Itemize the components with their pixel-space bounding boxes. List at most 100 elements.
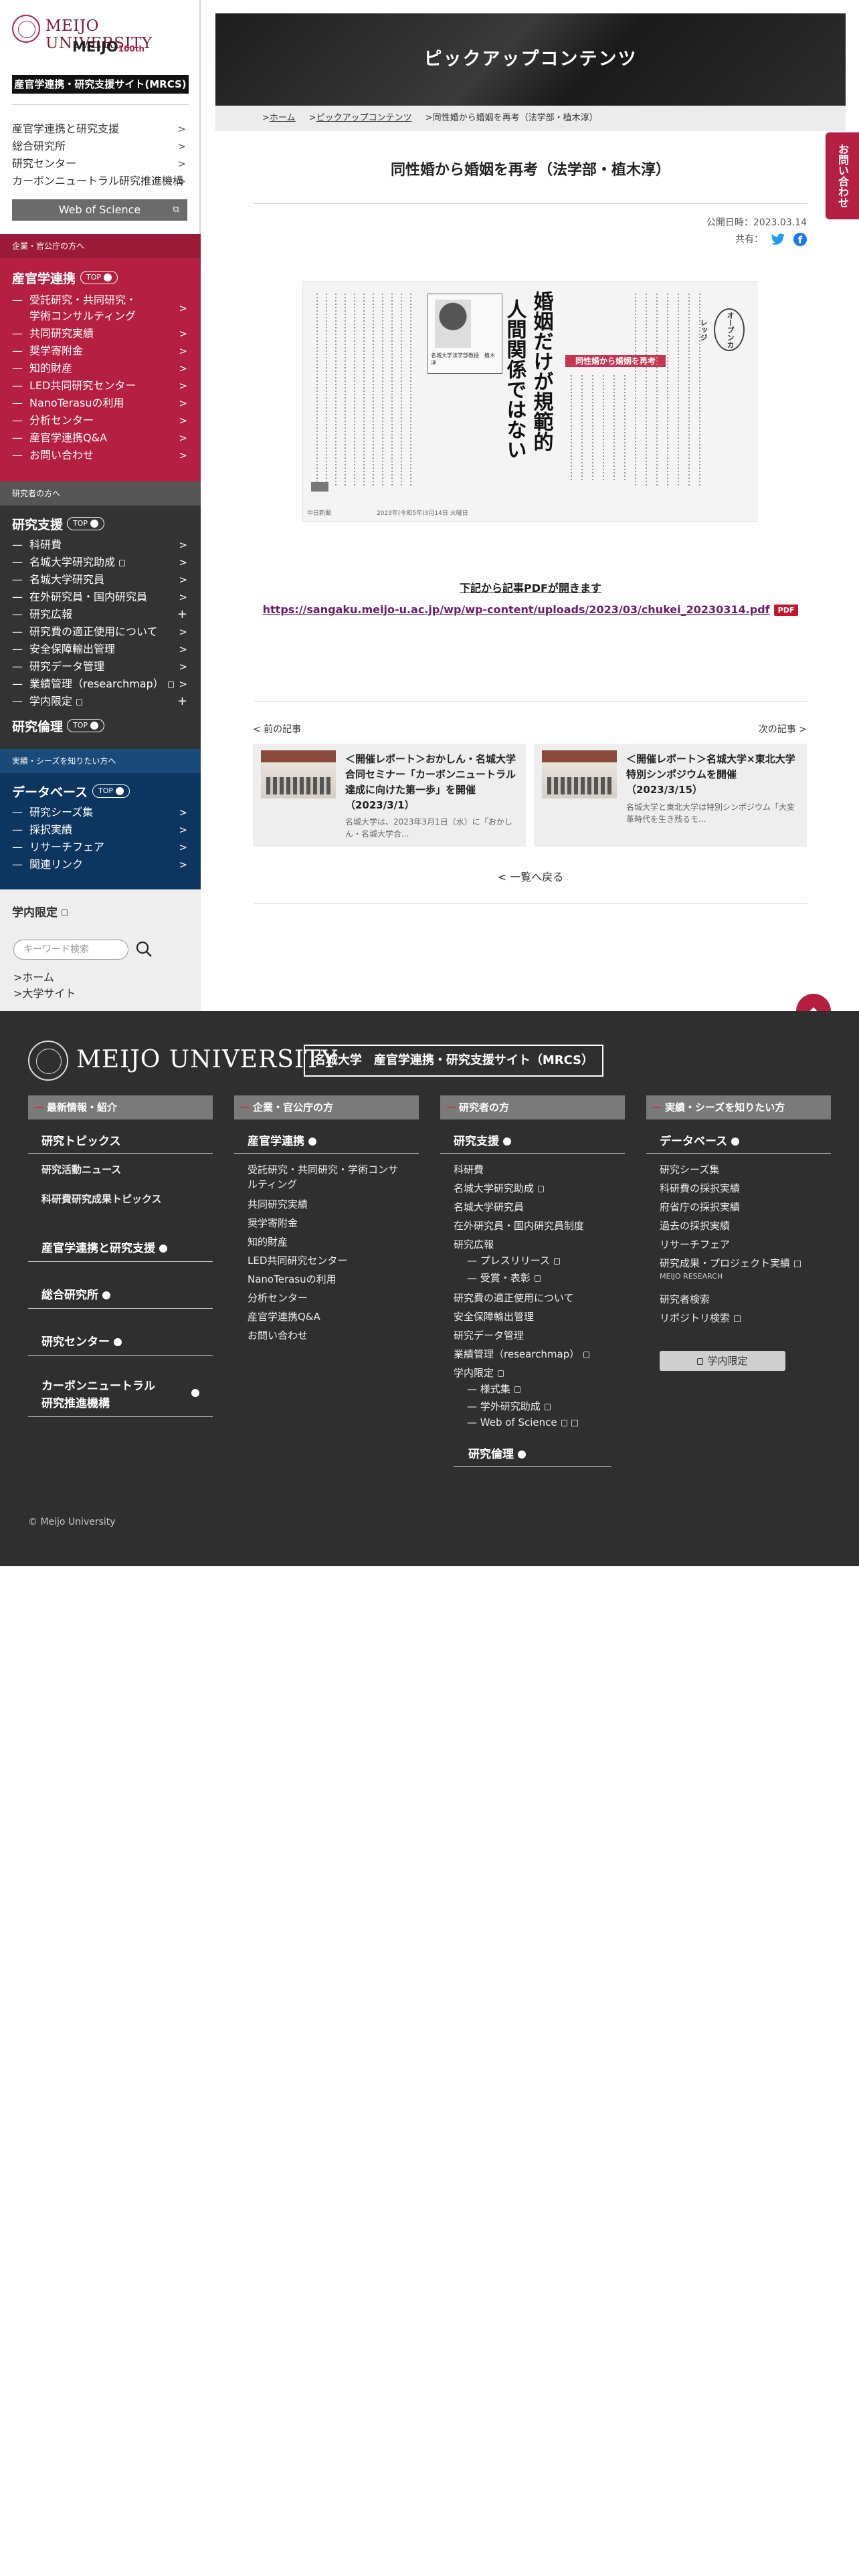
sidebar-item-seeds[interactable]: — 研究シーズ集 >	[12, 804, 190, 821]
back-to-list-link[interactable]: < 一覧へ戻る	[254, 868, 807, 884]
footer-yoshiki[interactable]: — 様式集	[467, 1382, 520, 1396]
footer-wos[interactable]: — Web of Science	[467, 1416, 578, 1428]
prev-article-card[interactable]: ＜開催レポート＞おかしん・名城大学合同セミナー「カーボンニュートラル達成に向けた…	[253, 744, 526, 847]
top-link[interactable]: TOP	[92, 784, 130, 798]
footer-activity-news[interactable]: 研究活動ニュース	[41, 1162, 121, 1176]
sidebar-item-led-center[interactable]: — LED共同研究センター >	[12, 377, 190, 395]
footer-kifukin[interactable]: 奨学寄附金	[248, 1216, 298, 1230]
footer-contact[interactable]: お問い合わせ	[248, 1328, 308, 1342]
sidebar-item-chiteki-zaisan[interactable]: — 知的財産 >	[12, 360, 190, 377]
breadcrumb-home[interactable]: ホーム	[270, 113, 296, 123]
footer-site-name[interactable]: 名城大学 産官学連携・研究支援サイト（MRCS）	[304, 1045, 603, 1077]
sidebar-item-qa[interactable]: — 産官学連携Q&A >	[12, 429, 190, 447]
footer-sogo-kenkyujo[interactable]: 総合研究所	[41, 1285, 110, 1302]
pdf-link[interactable]: https://sangaku.meijo-u.ac.jp/wp/wp-cont…	[263, 603, 770, 616]
database-title[interactable]: データベース	[12, 782, 88, 800]
sidebar-item-kenkyuin[interactable]: — 名城大学研究員 >	[12, 571, 190, 588]
home-link[interactable]: >ホーム	[13, 968, 54, 984]
site-logo[interactable]: MEIJO UNIVERSITY MEIJO100th	[12, 15, 189, 62]
footer-carbon-neutral[interactable]: カーボンニュートラル 研究推進機構	[41, 1378, 155, 1412]
sidebar-item-kakenhi[interactable]: — 科研費 >	[12, 536, 190, 554]
footer-nanoterasu[interactable]: NanoTerasuの利用	[248, 1272, 337, 1286]
footer-kakenhi-topics[interactable]: 科研費研究成果トピックス	[41, 1192, 162, 1206]
sidebar-item-data[interactable]: — 研究データ管理 >	[12, 658, 190, 675]
gakunai-link[interactable]: 学内限定	[12, 903, 68, 920]
footer-researcher-search[interactable]: 研究者検索	[660, 1292, 710, 1306]
newspaper-clipping-image[interactable]: 名城大学法学部教授 植木 淳 人間関係ではない 婚姻だけが規範的 同性婚から婚姻…	[302, 281, 757, 522]
sidebar-item-koho[interactable]: — 研究広報 +	[12, 606, 190, 623]
footer-josei[interactable]: 名城大学研究助成	[454, 1181, 545, 1195]
footer-anzen[interactable]: 安全保障輸出管理	[454, 1309, 534, 1323]
sidebar-item-kyodo-jisseki[interactable]: — 共同研究実績 >	[12, 325, 190, 342]
footer-kyodo-jisseki[interactable]: 共同研究実績	[248, 1197, 308, 1211]
breadcrumb-pickup[interactable]: ピックアップコンテンツ	[316, 113, 412, 123]
footer-gakugai-josei[interactable]: — 学外研究助成	[467, 1399, 551, 1413]
footer-gakunai-button[interactable]: 学内限定	[660, 1351, 785, 1371]
sidebar-item-links[interactable]: — 関連リンク >	[12, 856, 190, 873]
footer-database[interactable]: データベース	[660, 1132, 740, 1148]
sidebar-item-jutaku-line2[interactable]: 学術コンサルティング	[12, 308, 190, 325]
footer-kakenhi[interactable]: 科研費	[454, 1162, 484, 1176]
expand-plus-icon[interactable]: +	[177, 693, 187, 710]
search-icon[interactable]	[135, 940, 153, 958]
nav-sangakuren-kenkyu[interactable]: 産官学連携と研究支援 >	[12, 120, 189, 138]
kenkyu-shien-title[interactable]: 研究支援	[12, 515, 63, 533]
sidebar-item-fair[interactable]: — リサーチフェア >	[12, 839, 190, 856]
footer-project[interactable]: 研究成果・プロジェクト実績	[660, 1256, 801, 1270]
top-link[interactable]: TOP	[80, 271, 118, 284]
nav-sogo-kenkyujo[interactable]: 総合研究所 >	[12, 138, 189, 155]
footer-logo[interactable]: MEIJO UNIVERSITY	[76, 1046, 338, 1073]
footer-researchmap[interactable]: 業績管理（researchmap）	[454, 1347, 590, 1361]
sidebar-item-saitaku[interactable]: — 採択実績 >	[12, 821, 190, 839]
footer-award[interactable]: — 受賞・表彰	[467, 1271, 541, 1285]
expand-plus-icon[interactable]: +	[177, 606, 187, 623]
sidebar-item-contact[interactable]: — お問い合わせ >	[12, 447, 190, 464]
sidebar-item-tekisei[interactable]: — 研究費の適正使用について >	[12, 623, 190, 641]
footer-kenkyu-center[interactable]: 研究センター	[41, 1332, 122, 1349]
footer-led[interactable]: LED共同研究センター	[248, 1253, 347, 1267]
sidebar-item-kifukin[interactable]: — 奨学寄附金 >	[12, 342, 190, 360]
footer-zaigai[interactable]: 在外研究員・国内研究員制度	[454, 1218, 584, 1232]
footer-gakunai[interactable]: 学内限定	[454, 1366, 504, 1380]
sidebar-item-nanoterasu[interactable]: — NanoTerasuの利用 >	[12, 395, 190, 412]
footer-jutaku-line2[interactable]: ルティング	[248, 1177, 297, 1191]
sidebar-item-zaigai[interactable]: — 在外研究員・国内研究員 >	[12, 588, 190, 606]
footer-jutaku[interactable]: 受託研究・共同研究・学術コンサ	[248, 1162, 398, 1176]
kenkyu-rinri-title[interactable]: 研究倫理	[12, 717, 63, 735]
footer-kenkyuin[interactable]: 名城大学研究員	[454, 1200, 524, 1214]
contact-tab[interactable]: お問い合わせ	[826, 132, 859, 219]
footer-research-topics[interactable]: 研究トピックス	[41, 1132, 121, 1148]
twitter-icon[interactable]	[771, 233, 785, 245]
footer-data[interactable]: 研究データ管理	[454, 1328, 524, 1342]
next-article-card[interactable]: ＜開催レポート＞名城大学×東北大学 特別シンポジウムを開催（2023/3/15）…	[534, 744, 807, 847]
sidebar-item-gakunai[interactable]: — 学内限定 +	[12, 693, 190, 710]
prev-article-label[interactable]: < 前の記事	[253, 722, 301, 736]
footer-koho[interactable]: 研究広報	[454, 1237, 494, 1251]
sidebar-item-researchmap[interactable]: — 業績管理（researchmap） >	[12, 675, 190, 693]
university-site-link[interactable]: >大学サイト	[13, 984, 76, 1000]
facebook-icon[interactable]: f	[793, 233, 807, 246]
footer-repository[interactable]: リポジトリ検索	[660, 1311, 741, 1325]
footer-chiteki[interactable]: 知的財産	[248, 1235, 288, 1249]
footer-seeds[interactable]: 研究シーズ集	[660, 1162, 719, 1176]
footer-kenkyu-shien[interactable]: 研究支援	[454, 1132, 511, 1148]
top-link[interactable]: TOP	[67, 517, 105, 530]
sidebar-item-josei[interactable]: — 名城大学研究助成 >	[12, 554, 190, 571]
next-article-label[interactable]: 次の記事 >	[759, 722, 807, 736]
footer-kakenhi-saitaku[interactable]: 科研費の採択実績	[660, 1181, 740, 1195]
footer-fair[interactable]: リサーチフェア	[660, 1237, 730, 1251]
nav-carbon-neutral[interactable]: カーボンニュートラル研究推進機構 >	[12, 173, 189, 190]
top-link[interactable]: TOP	[67, 719, 105, 732]
sidebar-item-anzen[interactable]: — 安全保障輸出管理 >	[12, 641, 190, 658]
sangakuren-title[interactable]: 産官学連携	[12, 269, 76, 287]
search-input[interactable]: キーワード検索	[13, 940, 128, 960]
footer-qa[interactable]: 産官学連携Q&A	[248, 1309, 320, 1323]
footer-kenkyu-rinri[interactable]: 研究倫理	[468, 1444, 526, 1461]
sidebar-item-bunseki[interactable]: — 分析センター >	[12, 412, 190, 429]
footer-bunseki[interactable]: 分析センター	[248, 1291, 308, 1305]
footer-sangakuren[interactable]: 産官学連携	[248, 1132, 316, 1148]
footer-press[interactable]: — プレスリリース	[467, 1253, 561, 1267]
footer-tekisei[interactable]: 研究費の適正使用について	[454, 1291, 574, 1305]
nav-kenkyu-center[interactable]: 研究センター >	[12, 155, 189, 173]
footer-sangaku-kenkyu[interactable]: 産官学連携と研究支援	[41, 1239, 167, 1255]
